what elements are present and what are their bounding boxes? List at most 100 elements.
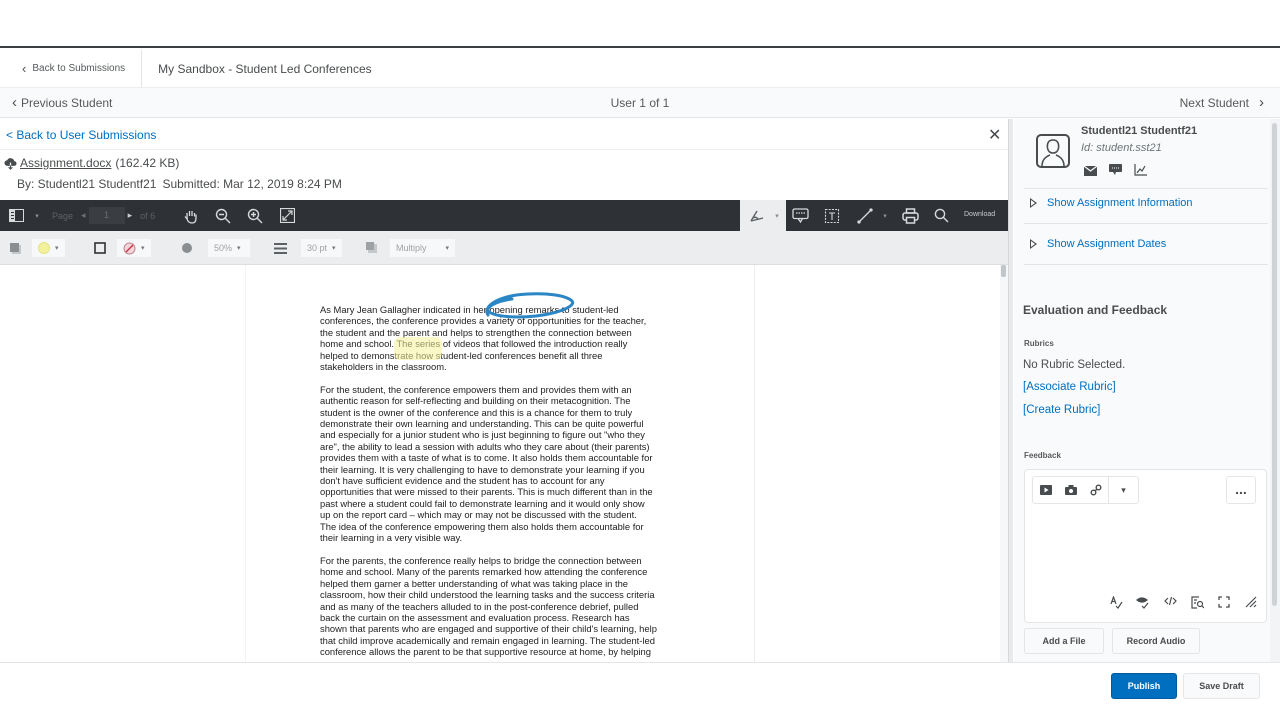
stroke-width-select[interactable]: 30 pt ▾ [301, 239, 342, 257]
more-options-button[interactable]: ... [1226, 476, 1256, 504]
paragraph: For the student, the conference empowers… [320, 383, 653, 544]
chevron-down-icon: ▾ [141, 245, 145, 252]
no-rubric-text: No Rubric Selected. [1023, 359, 1126, 371]
breadcrumb-bar: ‹ Back to Submissions My Sandbox - Stude… [0, 50, 1280, 88]
add-a-file-button[interactable]: Add a File [1024, 628, 1104, 654]
save-draft-button[interactable]: Save Draft [1183, 673, 1260, 699]
accessibility-check-icon[interactable] [1136, 596, 1150, 610]
prev-page-icon[interactable]: ◂ [81, 210, 86, 221]
document-viewer[interactable]: As Mary Jean Gallagher indicated in her … [0, 265, 1008, 662]
back-to-user-submissions-link[interactable]: < Back to User Submissions [6, 128, 156, 142]
pen-dropdown-caret-icon[interactable]: ▾ [772, 206, 782, 225]
scrollbar-thumb[interactable] [1272, 123, 1277, 606]
file-size: (162.42 KB) [115, 156, 180, 170]
side-panel-scrollbar[interactable] [1270, 119, 1280, 662]
highlight-annotation[interactable] [394, 337, 442, 360]
email-icon[interactable] [1083, 163, 1098, 176]
page-total: of 6 [140, 210, 156, 221]
stroke-square-icon[interactable] [94, 239, 106, 257]
next-page-icon[interactable]: ▸ [128, 210, 133, 221]
file-download-link[interactable]: Assignment.docx [20, 156, 111, 170]
sidebar-dropdown-caret-icon[interactable]: ▾ [32, 206, 42, 225]
download-button[interactable]: Download [964, 211, 995, 218]
page-navigator: Page ◂ 1 ▸ of 6 [52, 207, 155, 224]
student-navigation-bar: ‹ Previous Student User 1 of 1 Next Stud… [0, 88, 1280, 118]
blend-mode-select[interactable]: Multiply ▾ [390, 239, 455, 257]
student-name: Studentl21 Studentf21 [1081, 125, 1198, 137]
text-box-icon[interactable] [822, 206, 842, 225]
blend-mode-icon [366, 239, 378, 257]
resize-handle-icon[interactable] [1244, 596, 1258, 610]
student-id: Id: student.sst21 [1081, 142, 1162, 154]
close-icon[interactable]: ✕ [988, 125, 1001, 145]
chevron-left-icon: ‹ [12, 94, 17, 111]
chevron-down-icon: ▾ [55, 245, 59, 252]
fill-color-swatch-icon [38, 242, 50, 254]
back-to-submissions-label: Back to Submissions [32, 63, 126, 74]
stroke-color-picker[interactable]: ▾ [117, 239, 151, 257]
viewer-toolbar: ▾ Page ◂ 1 ▸ of 6 ▾ ▾ Download [0, 200, 1008, 231]
expand-triangle-icon [1030, 198, 1037, 208]
preview-icon[interactable] [1190, 596, 1204, 610]
previous-student-button[interactable]: ‹ Previous Student [0, 94, 112, 111]
fullscreen-icon[interactable] [278, 206, 296, 225]
sidebar-toggle-icon[interactable] [8, 206, 24, 225]
progress-chart-icon[interactable] [1134, 163, 1148, 176]
editor-toolbar: ▾ [1032, 476, 1139, 504]
insert-image-icon[interactable] [1058, 477, 1083, 503]
blend-mode-value: Multiply [396, 243, 427, 253]
more-insert-options-dropdown[interactable]: ▾ [1108, 477, 1138, 503]
no-color-icon [123, 242, 136, 254]
document-scrollbar[interactable] [1000, 265, 1008, 662]
divider [1024, 188, 1268, 189]
next-student-label: Next Student [1179, 95, 1249, 110]
document-page: As Mary Jean Gallagher indicated in her … [245, 265, 755, 662]
line-icon[interactable] [855, 206, 875, 225]
pen-annotation-icon[interactable] [748, 206, 766, 225]
top-blank-bar [0, 0, 1280, 48]
feedback-text-area[interactable] [1033, 510, 1259, 590]
submission-byline: By: Studentl21 Studentf21 Submitted: Mar … [17, 177, 342, 191]
page-label: Page [52, 210, 74, 221]
publish-button[interactable]: Publish [1111, 673, 1177, 699]
evaluation-side-panel: Studentl21 Studentf21 Id: student.sst21 … [1014, 119, 1280, 662]
zoom-in-icon[interactable] [246, 206, 264, 225]
pan-hand-icon[interactable] [182, 206, 200, 225]
line-dropdown-caret-icon[interactable]: ▾ [880, 206, 890, 225]
feedback-editor: ▾ ... [1024, 469, 1267, 623]
layer-icon[interactable] [9, 239, 22, 257]
page-number-input[interactable]: 1 [88, 207, 125, 224]
print-icon[interactable] [900, 206, 920, 225]
message-icon[interactable] [1109, 163, 1123, 175]
create-rubric-link[interactable]: [Create Rubric] [1023, 404, 1100, 416]
show-assignment-dates-toggle[interactable]: Show Assignment Dates [1030, 238, 1166, 250]
scrollbar-thumb[interactable] [1001, 265, 1006, 277]
feedback-label: Feedback [1024, 451, 1061, 460]
opacity-icon [181, 239, 193, 257]
associate-rubric-link[interactable]: [Associate Rubric] [1023, 381, 1116, 393]
submission-viewer-pane: < Back to User Submissions ✕ Assignment.… [0, 119, 1010, 662]
insert-link-icon[interactable] [1083, 477, 1108, 503]
chevron-left-icon: ‹ [22, 61, 27, 76]
next-student-button[interactable]: Next Student › [1180, 94, 1280, 111]
back-to-submissions-link[interactable]: ‹ Back to Submissions [0, 50, 143, 87]
spellcheck-icon[interactable] [1109, 595, 1123, 610]
paragraph: As Mary Jean Gallagher indicated in her … [320, 304, 647, 373]
pane-splitter[interactable] [1008, 119, 1013, 662]
opacity-select[interactable]: 50% ▾ [208, 239, 250, 257]
comment-icon[interactable] [790, 206, 810, 225]
footer-action-bar: Publish Save Draft [0, 662, 1280, 720]
insert-video-icon[interactable] [1033, 477, 1058, 503]
fullscreen-editor-icon[interactable] [1217, 596, 1231, 610]
search-icon[interactable] [932, 206, 950, 225]
chevron-down-icon: ▾ [237, 245, 241, 252]
divider [1024, 223, 1268, 224]
record-audio-button[interactable]: Record Audio [1112, 628, 1200, 654]
page-title: My Sandbox - Student Led Conferences [158, 61, 372, 76]
chevron-right-icon: › [1259, 94, 1264, 111]
fill-color-picker[interactable]: ▾ [32, 239, 65, 257]
show-assignment-information-toggle[interactable]: Show Assignment Information [1030, 197, 1193, 209]
source-code-icon[interactable] [1163, 596, 1177, 610]
zoom-out-icon[interactable] [214, 206, 232, 225]
stroke-width-value: 30 pt [307, 243, 328, 253]
